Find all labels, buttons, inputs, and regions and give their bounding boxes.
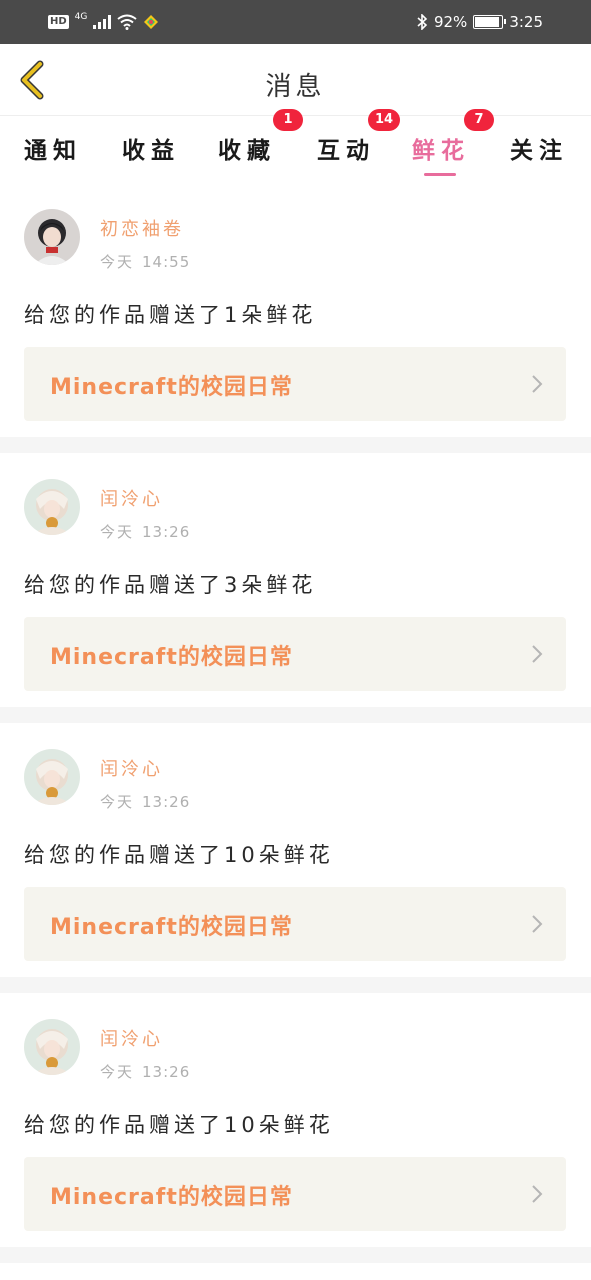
tab-earnings[interactable]: 收益 xyxy=(122,131,180,171)
signal-icon xyxy=(93,15,112,29)
divider xyxy=(0,1247,591,1263)
chevron-right-icon xyxy=(532,645,543,663)
time-label: 13:26 xyxy=(142,1063,191,1081)
active-tab-indicator xyxy=(424,173,456,176)
time-label: 13:26 xyxy=(142,523,191,541)
work-link[interactable]: Minecraft的校园日常 xyxy=(24,887,566,961)
timestamp: 今天 13:26 xyxy=(100,521,190,542)
network-type: 4G xyxy=(74,12,88,22)
message-text: 给您的作品赠送了1朵鲜花 xyxy=(24,303,317,327)
message-text: 给您的作品赠送了3朵鲜花 xyxy=(24,573,317,597)
tab-following[interactable]: 关注 xyxy=(510,131,568,171)
page-title: 消息 xyxy=(265,72,326,102)
chevron-right-icon xyxy=(532,915,543,933)
work-link[interactable]: Minecraft的校园日常 xyxy=(24,617,566,691)
tab-notifications[interactable]: 通知 xyxy=(24,131,82,171)
work-link[interactable]: Minecraft的校园日常 xyxy=(24,347,566,421)
message-text: 给您的作品赠送了10朵鲜花 xyxy=(24,1113,334,1137)
tab-bar: 通知 收益 收藏 互动 鲜花 关注 1 14 7 xyxy=(0,109,591,183)
work-title: Minecraft的校园日常 xyxy=(50,1185,293,1210)
header: 消息 xyxy=(0,44,591,116)
battery-icon xyxy=(473,15,507,29)
user-avatar-icon[interactable] xyxy=(24,209,80,265)
work-link[interactable]: Minecraft的校园日常 xyxy=(24,1157,566,1231)
tab-flowers[interactable]: 鲜花 xyxy=(412,131,470,171)
bluetooth-icon xyxy=(417,14,428,30)
tab-favorites[interactable]: 收藏 xyxy=(218,131,276,171)
day-label: 今天 xyxy=(100,253,135,271)
message-text: 给您的作品赠送了10朵鲜花 xyxy=(24,843,334,867)
message-card[interactable]: 闰泠心 今天 13:26 给您的作品赠送了3朵鲜花 Minecraft的校园日常 xyxy=(0,453,591,707)
divider xyxy=(0,437,591,453)
favorites-badge: 1 xyxy=(273,109,303,131)
chevron-right-icon xyxy=(532,375,543,393)
user-avatar-icon[interactable] xyxy=(24,749,80,805)
work-title: Minecraft的校园日常 xyxy=(50,375,293,400)
username[interactable]: 闰泠心 xyxy=(100,1025,163,1051)
timestamp: 今天 13:26 xyxy=(100,791,190,812)
interactions-badge: 14 xyxy=(368,109,401,131)
tab-interactions[interactable]: 互动 xyxy=(317,131,375,171)
app-notification-icon xyxy=(144,15,159,29)
message-card[interactable]: 初恋袖卷 今天 14:55 给您的作品赠送了1朵鲜花 Minecraft的校园日常 xyxy=(0,183,591,437)
chevron-right-icon xyxy=(532,1185,543,1203)
status-bar: HD 4G 92% 3:25 xyxy=(0,0,591,44)
user-avatar-icon[interactable] xyxy=(24,479,80,535)
message-card[interactable]: 闰泠心 今天 13:26 给您的作品赠送了10朵鲜花 Minecraft的校园日常 xyxy=(0,993,591,1247)
hd-badge: HD xyxy=(48,15,69,29)
wifi-icon xyxy=(117,14,137,30)
timestamp: 今天 14:55 xyxy=(100,251,190,272)
time-label: 13:26 xyxy=(142,793,191,811)
username[interactable]: 闰泠心 xyxy=(100,755,163,781)
message-card[interactable]: 闰泠心 今天 13:26 给您的作品赠送了10朵鲜花 Minecraft的校园日常 xyxy=(0,723,591,977)
timestamp: 今天 13:26 xyxy=(100,1061,190,1082)
username[interactable]: 闰泠心 xyxy=(100,485,163,511)
work-title: Minecraft的校园日常 xyxy=(50,915,293,940)
battery-percent: 92% xyxy=(433,13,468,31)
day-label: 今天 xyxy=(100,1063,135,1081)
work-title: Minecraft的校园日常 xyxy=(50,645,293,670)
flowers-badge: 7 xyxy=(464,109,494,131)
username[interactable]: 初恋袖卷 xyxy=(100,215,184,241)
day-label: 今天 xyxy=(100,523,135,541)
divider xyxy=(0,707,591,723)
time-label: 14:55 xyxy=(142,253,191,271)
clock: 3:25 xyxy=(509,13,543,31)
day-label: 今天 xyxy=(100,793,135,811)
user-avatar-icon[interactable] xyxy=(24,1019,80,1075)
divider xyxy=(0,977,591,993)
